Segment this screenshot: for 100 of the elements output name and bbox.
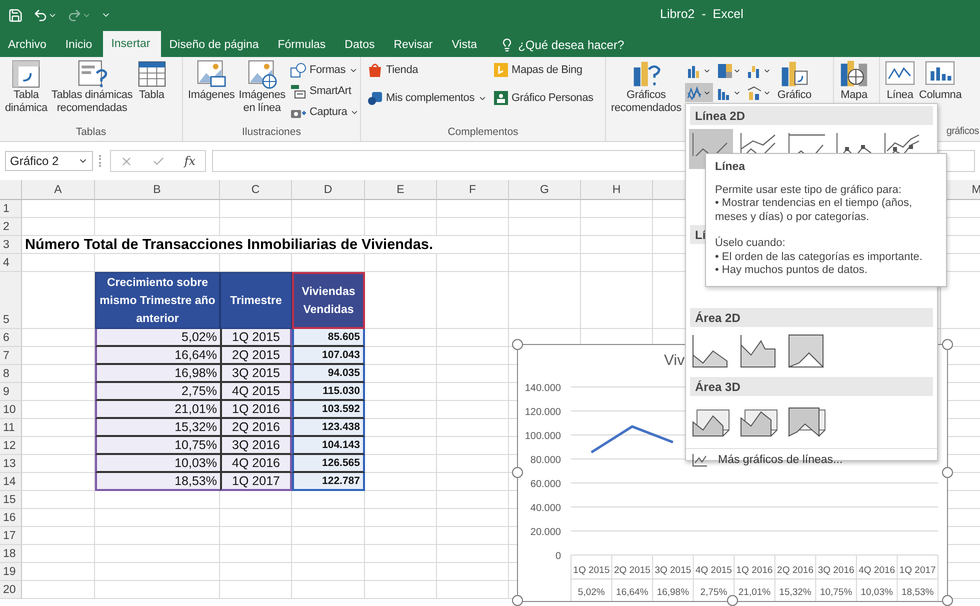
resize-handle[interactable] [512,467,523,478]
sheet-cell[interactable] [22,491,95,509]
ribbon-button[interactable]: Captura [290,103,360,121]
sheet-cell[interactable] [437,419,509,437]
sheet-cell[interactable] [220,545,292,563]
row-header[interactable]: 4 [0,254,22,272]
sheet-cell[interactable] [437,218,509,236]
sheet-cell[interactable] [365,455,437,473]
chart-type-button[interactable] [685,83,714,102]
sheet-cell[interactable] [22,545,95,563]
ribbon-button[interactable]: SmartArt [290,82,360,100]
sheet-cell[interactable] [220,563,292,581]
row-header[interactable]: 7 [0,347,22,365]
row-header[interactable]: 19 [0,563,22,581]
sheet-cell[interactable] [365,419,437,437]
enter-icon[interactable] [152,154,166,168]
sheet-cell[interactable] [437,437,509,455]
sheet-cell[interactable] [365,329,437,347]
sheet-cell[interactable] [22,509,95,527]
sheet-cell[interactable] [292,218,365,236]
ribbon-tab[interactable]: Vista [444,33,488,57]
sheet-cell[interactable] [365,383,437,401]
resize-handle[interactable] [512,339,523,350]
ribbon-button[interactable]: Tienda [367,61,486,79]
sheet-cell[interactable] [437,383,509,401]
sheet-cell[interactable] [365,254,437,272]
sheet-cell[interactable] [437,347,509,365]
ribbon-button[interactable]: Columna [917,59,964,102]
column-header[interactable]: E [365,180,437,200]
ribbon-button[interactable]: Imágenes [186,59,237,102]
sheet-cell[interactable] [509,272,581,329]
sheet-cell[interactable] [437,401,509,419]
resize-handle[interactable] [942,339,953,350]
sheet-cell[interactable] [581,254,653,272]
sheet-cell[interactable] [437,563,509,581]
sheet-cell[interactable] [292,563,365,581]
column-header[interactable]: C [220,180,292,200]
sheet-cell[interactable] [509,200,581,218]
ribbon-tab[interactable]: Revisar [386,33,444,57]
sheet-cell[interactable] [581,218,653,236]
sheet-cell[interactable] [509,254,581,272]
redo-icon[interactable] [67,8,82,22]
sheet-cell[interactable] [22,527,95,545]
ribbon-button[interactable]: Tabla dinámica [3,59,50,115]
ribbon-tab[interactable]: Archivo [0,33,58,57]
ribbon-tab[interactable]: Inicio [57,33,104,57]
row-header[interactable]: 12 [0,437,22,455]
row-header[interactable]: 2 [0,218,22,236]
row-header[interactable]: 11 [0,419,22,437]
undo-icon[interactable] [33,8,48,22]
name-box[interactable]: Gráfico 2 [5,151,93,171]
insert-function-button[interactable]: fx [184,154,196,168]
cancel-icon[interactable] [120,154,134,168]
sheet-cell[interactable] [95,527,220,545]
sheet-cell[interactable] [437,545,509,563]
sheet-cell[interactable] [22,581,95,599]
resize-handle[interactable] [512,595,523,606]
row-header[interactable]: 6 [0,329,22,347]
resize-handle[interactable] [942,595,953,606]
ribbon-button[interactable]: Gráficos recomendados [609,59,684,115]
sheet-cell[interactable] [437,329,509,347]
sheet-cell[interactable] [437,581,509,599]
sheet-cell[interactable] [437,254,509,272]
ribbon-tab[interactable]: Fórmulas [270,33,337,57]
sheet-cell[interactable] [365,491,437,509]
column-header[interactable]: F [437,180,509,200]
sheet-cell[interactable] [220,491,292,509]
column-header[interactable]: H [581,180,653,200]
sheet-cell[interactable] [437,272,509,329]
sheet-cell[interactable] [437,455,509,473]
sheet-cell[interactable] [292,491,365,509]
column-header[interactable]: D [292,180,365,200]
resize-handle[interactable] [727,595,738,606]
row-header[interactable]: 10 [0,401,22,419]
row-header[interactable]: 8 [0,365,22,383]
tell-me-field[interactable]: ¿Qué desea hacer? [518,38,624,52]
sheet-cell[interactable] [95,491,220,509]
sheet-cell[interactable] [509,236,581,254]
sheet-cell[interactable] [292,545,365,563]
sheet-cell[interactable] [437,491,509,509]
ribbon-tab[interactable]: Insertar [103,31,162,57]
ribbon-button[interactable]: Imágenes en línea [236,59,288,115]
sheet-cell[interactable] [365,347,437,365]
row-header[interactable]: 1 [0,200,22,218]
ribbon-button[interactable]: Mapas de Bing [492,61,594,79]
sheet-cell[interactable] [365,272,437,329]
ribbon-button[interactable]: Gráfico Personas [492,89,594,107]
sheet-cell[interactable]: Número Total de Transacciones Inmobiliarias de Viviendas. [22,236,509,254]
ribbon-button[interactable]: Mapa [837,59,871,102]
sheet-cell[interactable] [365,527,437,545]
row-header[interactable]: 5 [0,272,22,329]
ribbon-button[interactable]: Tablas dinámicas recomendadas [49,59,135,115]
save-icon[interactable] [8,8,23,22]
sheet-cell[interactable] [365,437,437,455]
sheet-cell[interactable] [365,365,437,383]
row-header[interactable]: 15 [0,491,22,509]
column-header[interactable]: G [509,180,581,200]
sheet-cell[interactable] [581,200,653,218]
ribbon-button[interactable]: Formas [290,61,360,79]
sheet-cell[interactable] [437,527,509,545]
